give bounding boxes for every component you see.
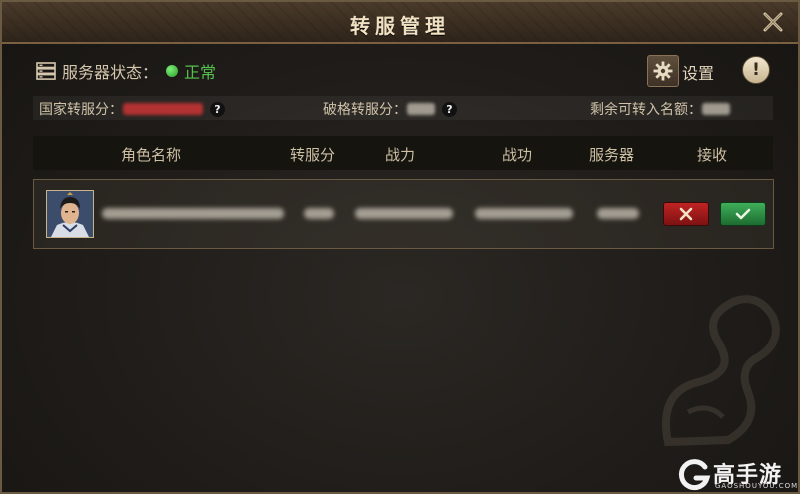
exclamation-icon: ! <box>752 60 760 80</box>
close-icon <box>763 12 783 32</box>
server-redacted <box>597 208 639 219</box>
status-indicator-dot <box>166 65 179 77</box>
server-status-label: 服务器状态： <box>62 63 159 82</box>
server-status-row: 服务器状态： 正常 <box>36 59 216 83</box>
break-quota-value-redacted <box>407 103 435 115</box>
merit-redacted <box>475 208 573 219</box>
column-header-combat-power: 战力 <box>385 146 416 164</box>
break-quota-label: 破格转服分： <box>323 102 407 118</box>
title-bar: 转服管理 <box>2 2 798 44</box>
break-quota-help-icon[interactable]: ? <box>442 101 457 117</box>
transfer-score-redacted <box>304 208 334 219</box>
country-quota: 国家转服分： ? <box>39 99 225 119</box>
watermark: 高手游 GAOSHOUYOU.COM <box>675 454 799 492</box>
country-quota-value-redacted <box>123 103 203 115</box>
country-quota-help-icon[interactable]: ? <box>210 101 225 117</box>
avatar[interactable] <box>46 190 94 238</box>
gear-icon <box>653 61 673 81</box>
column-header-transfer-score: 转服分 <box>290 146 336 164</box>
accept-button[interactable] <box>720 202 766 226</box>
break-quota: 破格转服分： ? <box>323 99 457 119</box>
settings-label[interactable]: 设置 <box>682 60 714 84</box>
server-status-value: 正常 <box>184 63 217 82</box>
checkmark-icon <box>735 208 751 220</box>
column-header-server: 服务器 <box>589 146 635 164</box>
role-name-redacted <box>102 208 284 219</box>
table-row <box>33 179 774 249</box>
dialog-title: 转服管理 <box>350 14 450 38</box>
brand-logo-icon <box>678 459 711 491</box>
transfer-dialog: 转服管理 服务器状态： 正常 设置 ! 国家转服分： ? 破格转服分： ? 剩余… <box>0 0 800 494</box>
column-header-merit: 战功 <box>502 146 533 164</box>
remaining-quota-value-redacted <box>702 103 730 115</box>
combat-power-redacted <box>355 208 453 219</box>
quota-row: 国家转服分： ? 破格转服分： ? 剩余可转入名额： <box>33 96 773 120</box>
watermark-domain: GAOSHOUYOU.COM <box>715 482 799 490</box>
reject-button[interactable] <box>663 202 709 226</box>
table-header: 角色名称 转服分 战力 战功 服务器 接收 <box>33 136 773 170</box>
column-header-role-name: 角色名称 <box>121 146 182 164</box>
server-icon <box>36 62 56 80</box>
close-button[interactable] <box>762 11 784 33</box>
country-quota-label: 国家转服分： <box>39 102 123 118</box>
info-button[interactable]: ! <box>742 56 770 84</box>
dragon-decoration <box>662 295 780 447</box>
column-header-receive: 接收 <box>697 146 728 164</box>
remaining-quota: 剩余可转入名额： <box>590 99 730 119</box>
remaining-quota-label: 剩余可转入名额： <box>590 102 702 118</box>
settings-button[interactable] <box>647 55 679 87</box>
character-portrait-icon <box>47 191 93 237</box>
cross-icon <box>679 207 693 221</box>
